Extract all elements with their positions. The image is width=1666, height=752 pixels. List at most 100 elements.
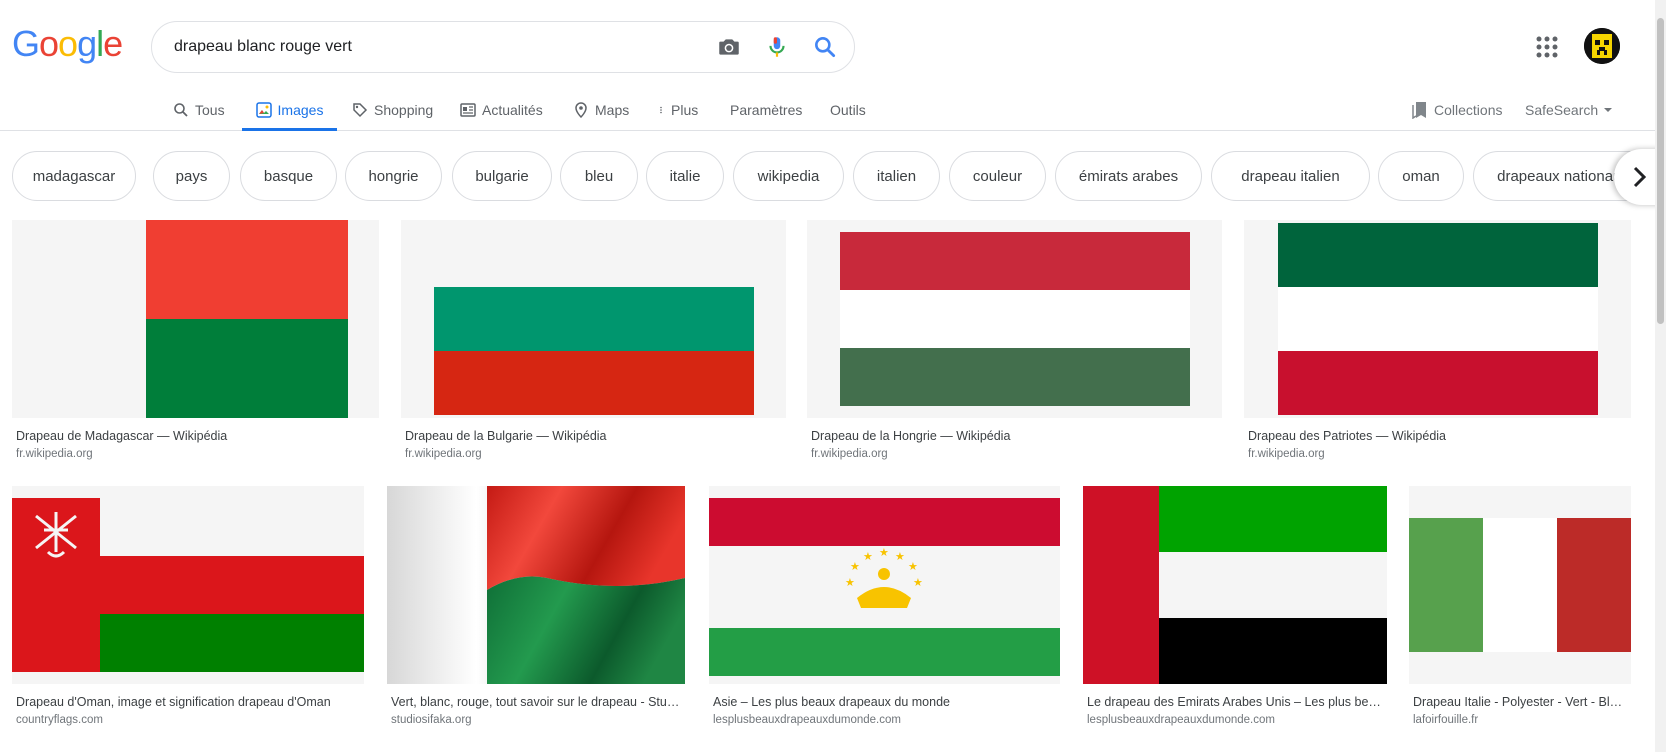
tab-maps[interactable]: Maps [573, 88, 629, 131]
tab-parametres[interactable]: Paramètres [730, 88, 802, 131]
related-search-chips: madagascar pays basque hongrie bulgarie … [12, 151, 1652, 201]
result-source[interactable]: countryflags.com [16, 714, 103, 726]
result-source[interactable]: fr.wikipedia.org [1248, 448, 1325, 460]
image-result[interactable]: Drapeau Italie - Polyester - Vert - Blan… [1409, 486, 1631, 731]
result-source[interactable]: fr.wikipedia.org [811, 448, 888, 460]
result-thumbnail[interactable]: ★ ★ ★ ★ ★ ★ ★ [709, 486, 1060, 684]
result-thumbnail[interactable] [12, 486, 364, 684]
logo-letter: o [39, 23, 59, 64]
safesearch-menu[interactable]: SafeSearch [1525, 88, 1613, 131]
tab-plus[interactable]: Plus [657, 88, 698, 131]
oman-flag-image [12, 486, 364, 684]
result-title[interactable]: Drapeau de Madagascar — Wikipédia [16, 429, 376, 443]
result-thumbnail[interactable] [12, 220, 379, 418]
result-thumbnail[interactable] [1409, 486, 1631, 684]
image-result[interactable]: ★ ★ ★ ★ ★ ★ ★ Asie – Les plus beaux drap… [709, 486, 1060, 731]
chevron-down-icon [1604, 107, 1613, 112]
chip[interactable]: hongrie [345, 151, 442, 201]
tab-outils[interactable]: Outils [830, 88, 866, 131]
result-source[interactable]: studiosifaka.org [391, 714, 472, 726]
result-source[interactable]: fr.wikipedia.org [405, 448, 482, 460]
chip[interactable]: basque [240, 151, 337, 201]
camera-icon[interactable] [716, 34, 742, 60]
safesearch-label: SafeSearch [1525, 101, 1599, 118]
image-icon [255, 101, 272, 118]
result-thumbnail[interactable] [1244, 220, 1631, 418]
tab-images[interactable]: Images [242, 88, 337, 131]
chip[interactable]: oman [1378, 151, 1464, 201]
logo-letter: e [103, 23, 123, 64]
result-title[interactable]: Drapeau Italie - Polyester - Vert - Blan… [1413, 695, 1628, 709]
madagascar-flag-image [12, 220, 348, 418]
chip[interactable]: wikipedia [733, 151, 844, 201]
svg-text:★: ★ [879, 546, 889, 559]
collections-link[interactable]: Collections [1412, 88, 1502, 131]
tab-label: Tous [195, 101, 225, 118]
search-icon [174, 102, 188, 117]
google-logo[interactable]: Google [12, 23, 123, 64]
image-result[interactable]: Drapeau de la Hongrie — Wikipédia fr.wik… [807, 220, 1222, 465]
italy-flag-image [1409, 486, 1631, 684]
chip[interactable]: bleu [560, 151, 638, 201]
result-title[interactable]: Le drapeau des Emirats Arabes Unis – Les… [1087, 695, 1384, 709]
apps-grid-icon[interactable] [1536, 36, 1558, 58]
chip[interactable]: madagascar [12, 151, 136, 201]
tab-actualites[interactable]: Actualités [460, 88, 543, 131]
result-thumbnail[interactable] [387, 486, 685, 684]
image-result[interactable]: Drapeau de la Bulgarie — Wikipédia fr.wi… [401, 220, 786, 465]
news-icon [460, 102, 476, 117]
result-thumbnail[interactable] [807, 220, 1222, 418]
result-thumbnail[interactable] [401, 220, 786, 418]
result-source[interactable]: lesplusbeauxdrapeauxdumonde.com [1087, 714, 1275, 726]
chip[interactable]: bulgarie [452, 151, 552, 201]
chip[interactable]: italien [853, 151, 940, 201]
logo-letter: g [77, 23, 97, 64]
collections-label: Collections [1434, 101, 1503, 118]
logo-letter: G [12, 23, 40, 64]
tab-label: Images [277, 101, 324, 118]
search-icon[interactable] [812, 34, 838, 60]
result-title[interactable]: Vert, blanc, rouge, tout savoir sur le d… [391, 695, 682, 709]
result-thumbnail[interactable] [1083, 486, 1387, 684]
uae-flag-image [1083, 486, 1387, 684]
chip[interactable]: émirats arabes [1055, 151, 1202, 201]
result-title[interactable]: Asie – Les plus beaux drapeaux du monde [713, 695, 1057, 709]
tab-label: Maps [595, 101, 630, 118]
bookmark-icon [1412, 101, 1426, 119]
chip[interactable]: drapeau italien [1211, 151, 1370, 201]
svg-text:★: ★ [845, 576, 855, 589]
bulgaria-flag-image [401, 220, 786, 418]
chevron-right-icon [1633, 166, 1647, 188]
tab-tous[interactable]: Tous [173, 88, 225, 131]
chip[interactable]: couleur [949, 151, 1046, 201]
result-title[interactable]: Drapeau d'Oman, image et signification d… [16, 695, 361, 709]
chip[interactable]: pays [153, 151, 230, 201]
tab-shopping[interactable]: Shopping [352, 88, 433, 131]
tab-label: Outils [830, 101, 866, 118]
hungary-flag-image [807, 220, 1222, 418]
search-input[interactable] [174, 22, 694, 72]
svg-text:★: ★ [908, 560, 918, 573]
image-result[interactable]: Vert, blanc, rouge, tout savoir sur le d… [387, 486, 685, 731]
image-result[interactable]: Drapeau d'Oman, image et signification d… [12, 486, 364, 731]
page-scrollbar[interactable] [1655, 0, 1666, 752]
tab-label: Paramètres [730, 101, 803, 118]
microphone-icon[interactable] [764, 34, 790, 60]
scrollbar-thumb[interactable] [1657, 18, 1664, 324]
madagascar-waving-flag-image [387, 486, 685, 684]
result-title[interactable]: Drapeau des Patriotes — Wikipédia [1248, 429, 1628, 443]
avatar[interactable] [1584, 28, 1620, 64]
search-box [151, 21, 855, 73]
image-result[interactable]: Drapeau des Patriotes — Wikipédia fr.wik… [1244, 220, 1631, 465]
image-result[interactable]: Drapeau de Madagascar — Wikipédia fr.wik… [12, 220, 379, 465]
result-source[interactable]: fr.wikipedia.org [16, 448, 93, 460]
result-title[interactable]: Drapeau de la Hongrie — Wikipédia [811, 429, 1219, 443]
result-source[interactable]: lesplusbeauxdrapeauxdumonde.com [713, 714, 901, 726]
svg-text:★: ★ [850, 560, 860, 573]
tag-icon [353, 102, 368, 117]
result-source[interactable]: lafoirfouille.fr [1413, 714, 1478, 726]
chip[interactable]: italie [646, 151, 724, 201]
image-result[interactable]: Le drapeau des Emirats Arabes Unis – Les… [1083, 486, 1387, 731]
result-title[interactable]: Drapeau de la Bulgarie — Wikipédia [405, 429, 783, 443]
patriotes-flag-image [1244, 220, 1631, 418]
